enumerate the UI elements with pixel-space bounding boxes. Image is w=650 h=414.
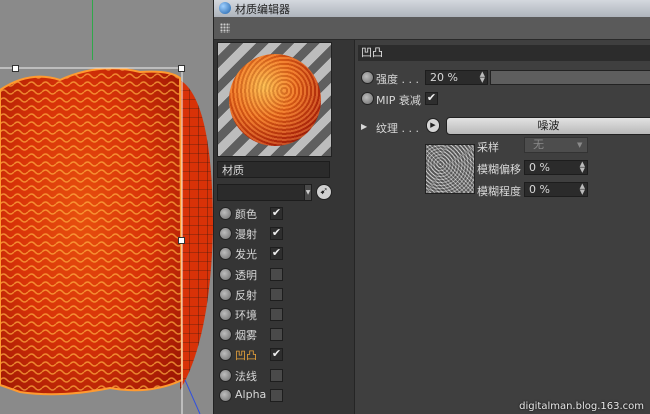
spinner-icon[interactable]: ▲ ▼ [580, 161, 585, 174]
title-bar[interactable]: 材质编辑器 [214, 0, 650, 17]
3d-viewport[interactable] [0, 0, 213, 414]
material-name-field[interactable]: 材质 [217, 161, 330, 178]
channel-checkbox[interactable] [270, 287, 283, 301]
cinema4d-logo-icon [219, 2, 231, 14]
channel-checkbox[interactable] [270, 368, 283, 382]
strength-value: 20 % [430, 71, 458, 84]
channel-radio[interactable] [219, 247, 232, 261]
channel-label[interactable]: 颜色 [235, 206, 257, 222]
channel-label[interactable]: 烟雾 [235, 327, 257, 343]
channel-checkbox[interactable]: ✔ [270, 348, 283, 362]
channel-row[interactable]: 法线 [218, 367, 348, 385]
channel-checkbox[interactable]: ✔ [270, 247, 283, 261]
strength-slider[interactable] [490, 70, 650, 85]
channel-row[interactable]: 透明 [218, 266, 348, 284]
mip-label: MIP 衰减 [376, 94, 421, 107]
channel-label[interactable]: 发光 [235, 246, 257, 262]
channel-checkbox[interactable] [270, 328, 283, 342]
window-title: 材质编辑器 [235, 3, 290, 16]
blur-offset-value: 0 % [529, 161, 550, 174]
channel-label[interactable]: 漫射 [235, 226, 257, 242]
channel-radio[interactable] [219, 388, 232, 402]
mip-checkbox[interactable]: ✔ [425, 92, 438, 105]
blur-offset-label: 模糊偏移 [477, 163, 521, 176]
channel-row[interactable]: 颜色 ✔ [218, 205, 348, 223]
section-title: 凹凸 [358, 45, 650, 61]
channel-radio[interactable] [219, 308, 232, 321]
mip-animate-radio[interactable] [361, 92, 374, 105]
material-editor-window: 材质编辑器 材质 ▼ ➹ 颜色 ✔ 漫射 ✔ 发光 ✔ 透明 反射 环境 烟雾 凹凸 ✔ 法线 Alpha… [213, 0, 650, 414]
spinner-icon[interactable]: ▲ ▼ [580, 183, 585, 196]
chevron-down-icon[interactable]: ▼ [577, 137, 582, 153]
channel-radio[interactable] [219, 368, 232, 382]
texture-label: 纹理 . . . [376, 122, 419, 135]
channel-checkbox[interactable]: ✔ [270, 207, 283, 220]
channel-row[interactable]: 反射 [218, 286, 348, 304]
bounding-handle[interactable] [178, 65, 185, 72]
channel-row[interactable]: 烟雾 [218, 326, 348, 344]
blur-scale-input[interactable]: 0 % ▲ ▼ [524, 182, 588, 197]
channel-checkbox[interactable] [270, 388, 283, 402]
texture-menu-button[interactable]: ▶ [426, 118, 440, 133]
channel-radio[interactable] [219, 207, 232, 220]
spinner-icon[interactable]: ▲ ▼ [480, 71, 485, 84]
channel-row[interactable]: 环境 [218, 306, 348, 324]
channel-row[interactable]: 漫射 ✔ [218, 225, 348, 243]
chevron-down-icon[interactable]: ▼ [304, 184, 312, 201]
channel-radio[interactable] [219, 287, 232, 301]
channel-row[interactable]: Alpha [218, 387, 348, 405]
channel-label[interactable]: 反射 [235, 287, 257, 303]
expand-arrow-icon[interactable]: ▶ [361, 122, 367, 131]
channel-checkbox[interactable]: ✔ [270, 227, 283, 241]
toolbar [214, 17, 650, 40]
bounding-handle[interactable] [178, 237, 185, 244]
bump-object-preview [0, 67, 213, 414]
blur-scale-value: 0 % [529, 183, 550, 196]
channel-radio[interactable] [219, 227, 232, 241]
strength-animate-radio[interactable] [361, 71, 374, 84]
channel-row[interactable]: 凹凸 ✔ [218, 346, 348, 364]
channel-label[interactable]: 法线 [235, 368, 257, 384]
channel-row[interactable]: 发光 ✔ [218, 245, 348, 263]
strength-input[interactable]: 20 % ▲ ▼ [425, 70, 488, 85]
watermark: digitalman.blog.163.com [519, 401, 644, 412]
channel-checkbox[interactable] [270, 267, 283, 281]
texture-shader-button[interactable]: 噪波 [446, 117, 650, 135]
sample-label: 采样 [477, 141, 499, 154]
noise-texture-thumbnail [425, 144, 475, 194]
preview-sphere [229, 54, 321, 146]
channel-radio[interactable] [219, 328, 232, 342]
channel-label[interactable]: 环境 [235, 307, 257, 323]
blur-offset-input[interactable]: 0 % ▲ ▼ [524, 160, 588, 175]
material-dropdown[interactable] [217, 184, 311, 201]
bounding-handle[interactable] [12, 65, 19, 72]
pick-cursor-icon[interactable]: ➹ [316, 184, 332, 200]
strength-label: 强度 . . . [376, 73, 419, 86]
channel-checkbox[interactable] [270, 308, 283, 321]
grip-icon[interactable] [220, 23, 230, 33]
channel-radio[interactable] [219, 348, 232, 362]
sample-value: 无 [533, 138, 544, 151]
channel-list-panel: 材质 ▼ ➹ 颜色 ✔ 漫射 ✔ 发光 ✔ 透明反射环境烟雾凹凸 ✔ 法线 Alpha [214, 40, 355, 414]
channel-settings-panel: 凹凸 强度 . . . 20 % ▲ ▼ MIP 衰减 ✔ ▶ 纹理 . . . … [355, 40, 650, 414]
material-preview[interactable] [217, 42, 332, 157]
channel-label[interactable]: 凹凸 [235, 347, 257, 363]
channel-label[interactable]: 透明 [235, 267, 257, 283]
channel-radio[interactable] [219, 267, 232, 281]
blur-scale-label: 模糊程度 [477, 185, 521, 198]
channel-label[interactable]: Alpha [235, 388, 266, 401]
